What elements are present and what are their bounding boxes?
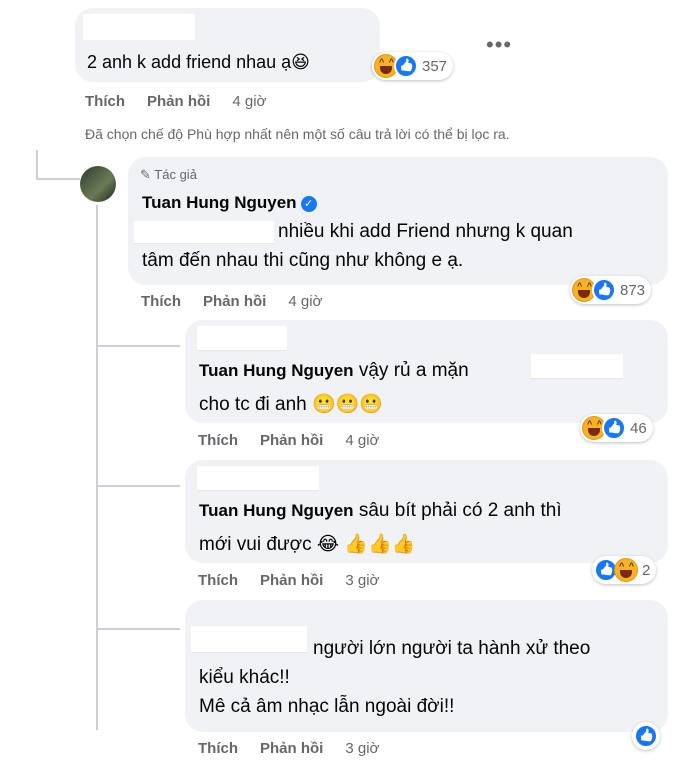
redacted-mention xyxy=(531,354,623,379)
timestamp[interactable]: 4 giờ xyxy=(288,293,322,310)
like-button[interactable]: Thích xyxy=(85,93,125,110)
reaction-count: 873 xyxy=(620,281,646,299)
thread-line-branch-3 xyxy=(96,628,180,630)
more-horizontal-icon[interactable]: ••• xyxy=(486,32,512,58)
haha-reaction-icon xyxy=(614,558,638,582)
timestamp[interactable]: 3 giờ xyxy=(345,572,379,589)
reply-2-line-2: mới vui được 😂 👍👍👍 xyxy=(199,534,416,555)
pencil-icon: ✎ xyxy=(140,167,151,182)
thread-line-author xyxy=(96,205,98,730)
author-reply-bubble: ✎ Tác giả Tuan Hung Nguyen ✓ nhiều khi ad… xyxy=(128,157,668,285)
filter-notice: Đã chọn chế độ Phù hợp nhất nên một số c… xyxy=(85,126,510,142)
like-button[interactable]: Thích xyxy=(198,740,238,757)
top-comment-reactions[interactable]: 357 xyxy=(372,52,454,80)
reply-3-reactions[interactable] xyxy=(632,722,660,750)
reply-button[interactable]: Phản hồi xyxy=(260,432,323,449)
top-comment-actions: Thích Phản hồi 4 giờ xyxy=(85,93,266,110)
comment-author[interactable]: Tuan Hung Nguyen ✓ xyxy=(142,193,317,213)
thread-line-main xyxy=(36,150,38,180)
redacted-mention xyxy=(134,221,274,244)
timestamp[interactable]: 4 giờ xyxy=(232,93,266,110)
top-comment-bubble: 2 anh k add friend nhau ạ😆 xyxy=(75,8,380,82)
author-badge: ✎ Tác giả xyxy=(140,167,197,182)
redacted-name xyxy=(197,326,287,351)
reaction-count: 2 xyxy=(642,561,651,579)
timestamp[interactable]: 4 giờ xyxy=(345,432,379,449)
reply-2-reactions[interactable]: 2 xyxy=(592,556,657,584)
timestamp[interactable]: 3 giờ xyxy=(345,740,379,757)
reply-3-line-2: kiểu khác!! xyxy=(199,667,290,688)
reply-2-line-1: Tuan Hung Nguyen sâu bít phải có 2 anh t… xyxy=(199,500,562,521)
reply-button[interactable]: Phản hồi xyxy=(260,572,323,589)
reply-1-reactions[interactable]: 46 xyxy=(580,414,653,442)
thread-line-branch-2 xyxy=(96,485,180,487)
reply-3-line-1: người lớn người ta hành xử theo xyxy=(313,638,591,659)
thread-line-connector xyxy=(36,178,80,180)
reply-1-line-2: cho tc đi anh 😬😬😬 xyxy=(199,394,383,415)
author-reply-line-2: tâm đến nhau thi cũng như không e ạ. xyxy=(142,250,464,271)
redacted-name xyxy=(197,466,319,491)
reply-button[interactable]: Phản hồi xyxy=(203,293,266,310)
thread-line-branch-1 xyxy=(96,345,180,347)
author-reply-reactions[interactable]: 873 xyxy=(570,276,652,304)
reply-1-line-1: Tuan Hung Nguyen vậy rủ a mặn xyxy=(199,360,469,381)
reply-3-actions: Thích Phản hồi 3 giờ xyxy=(198,740,379,757)
reply-3-line-3: Mê cả âm nhạc lẫn ngoài đời!! xyxy=(199,696,455,717)
reply-button[interactable]: Phản hồi xyxy=(147,93,210,110)
top-comment-text: 2 anh k add friend nhau ạ😆 xyxy=(87,52,310,72)
reply-2-bubble: Tuan Hung Nguyen sâu bít phải có 2 anh t… xyxy=(185,460,668,563)
like-reaction-icon xyxy=(634,724,658,748)
reply-button[interactable]: Phản hồi xyxy=(260,740,323,757)
like-reaction-icon xyxy=(602,416,626,440)
like-button[interactable]: Thích xyxy=(198,572,238,589)
reaction-count: 357 xyxy=(422,57,448,75)
reply-3-bubble: người lớn người ta hành xử theo kiểu khá… xyxy=(185,600,668,732)
author-reply-actions: Thích Phản hồi 4 giờ xyxy=(141,293,322,310)
reaction-count: 46 xyxy=(630,419,647,437)
avatar[interactable] xyxy=(80,166,116,202)
like-reaction-icon xyxy=(592,278,616,302)
author-reply-line-1: nhiều khi add Friend nhưng k quan xyxy=(278,221,573,242)
reply-1-bubble: Tuan Hung Nguyen vậy rủ a mặn cho tc đi … xyxy=(185,320,668,423)
like-button[interactable]: Thích xyxy=(141,293,181,310)
verified-badge-icon: ✓ xyxy=(300,195,317,212)
reply-1-actions: Thích Phản hồi 4 giờ xyxy=(198,432,379,449)
reply-2-actions: Thích Phản hồi 3 giờ xyxy=(198,572,379,589)
like-reaction-icon xyxy=(394,54,418,78)
redacted-name xyxy=(83,14,195,40)
mention-link[interactable]: Tuan Hung Nguyen xyxy=(199,361,354,380)
redacted-name xyxy=(191,626,307,653)
mention-link[interactable]: Tuan Hung Nguyen xyxy=(199,501,354,520)
like-button[interactable]: Thích xyxy=(198,432,238,449)
